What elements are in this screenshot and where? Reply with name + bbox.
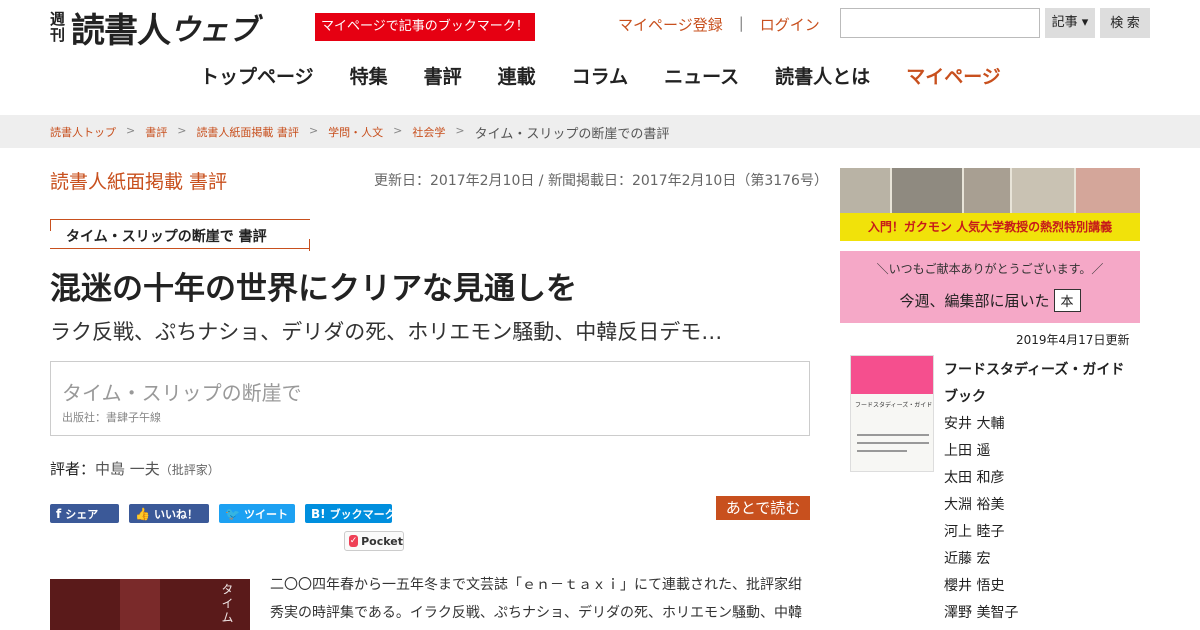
cover-line [857, 434, 929, 436]
received-books-banner-text: 今週、編集部に届いた [899, 292, 1050, 310]
search-button[interactable]: 検 索 [1100, 8, 1150, 38]
cover-title-text: タイム [220, 583, 234, 625]
book-icon: 本 [1053, 289, 1081, 312]
article-headline: 混迷の十年の世界にクリアな見通しを [50, 271, 577, 307]
nav-news[interactable]: ニュース [664, 62, 739, 89]
author-name: 近藤 宏 [944, 551, 991, 567]
auth-links: マイページ登録 | ログイン [618, 14, 820, 35]
thumbs-up-icon: 👍 [135, 506, 150, 521]
nav-mypage[interactable]: マイページ [906, 62, 1001, 89]
logo-main: 読書人 [71, 10, 171, 51]
article-body: 二〇〇四年春から一五年冬まで文芸誌「ｅｎ－ｔａｘｉ」にて連載された、批評家绀 秀… [270, 571, 812, 627]
gakumon-banner-caption: 入門！ガクモン 人気大学教授の熱烈特別講義 [840, 213, 1140, 241]
cover-line [857, 442, 929, 444]
chevron-right-icon: > [126, 124, 136, 137]
facebook-like-button[interactable]: 👍 いいね！ [129, 504, 209, 523]
author-name: 櫻井 悟史 [944, 578, 1005, 594]
author-name: 河上 睦子 [944, 524, 1005, 540]
facebook-like-label: いいね！ [153, 507, 198, 521]
breadcrumb: 読書人トップ > 書評 > 読書人紙面掲載 書評 > 学問・人文 > 社会学 >… [50, 124, 669, 142]
book-cover-image[interactable]: タイム [50, 579, 250, 630]
facebook-share-button[interactable]: f シェア [50, 504, 119, 523]
reviewer-label: 評者： [50, 460, 96, 478]
logo-small-bottom: 刊 [50, 26, 66, 44]
cover-band [851, 356, 933, 394]
cover-decoration [120, 579, 160, 630]
logo-small-top: 週 [50, 10, 66, 28]
author-name: 安井 大輔 [944, 416, 1005, 432]
tweet-label: ツイート [243, 507, 288, 521]
article-tag: タイム・スリップの断崖で 書評 [50, 219, 310, 251]
breadcrumb-humanities[interactable]: 学問・人文 [328, 124, 383, 142]
chevron-right-icon: > [393, 124, 403, 137]
nav-about[interactable]: 読書人とは [775, 62, 870, 89]
article-tag-label: タイム・スリップの断崖で 書評 [66, 229, 267, 245]
gakumon-banner[interactable]: 入門！ガクモン 人気大学教授の熱烈特別講義 [840, 168, 1140, 241]
read-later-button[interactable]: あとで読む [716, 496, 810, 520]
breadcrumb-current: タイム・スリップの断崖での書評 [474, 127, 670, 142]
logo-sub: ウェブ [170, 13, 258, 48]
nav-serial[interactable]: 連載 [498, 62, 536, 89]
author-name: 澤野 美智子 [944, 605, 1019, 621]
pocket-button[interactable]: ✓ Pocket [344, 531, 404, 551]
nav-review[interactable]: 書評 [424, 62, 462, 89]
article-subhead: ラク反戦、ぷちナショ、デリダの死、ホリエモン騒動、中韓反日デモ… [50, 320, 723, 344]
hatena-bookmark-button[interactable]: B! ブックマーク [305, 504, 396, 523]
book-title: タイム・スリップの断崖で [62, 381, 302, 405]
nav-top[interactable]: トップページ [200, 62, 314, 89]
site-logo[interactable]: 週 刊 読書人 ウェブ [50, 6, 300, 51]
sidebar-book-cover[interactable]: フードスタディーズ・ガイドブック [850, 355, 934, 472]
article-body-line: 秀実の時評集である。イラク反戦、ぷちナショ、デリダの死、ホリエモン騒動、中韓 [270, 605, 802, 621]
received-books-banner-main: 今週、編集部に届いた本 [840, 289, 1140, 312]
section-label[interactable]: 読書人紙面掲載 書評 [50, 167, 227, 194]
logo-weekly: 週 刊 [50, 11, 65, 43]
reviewer-name[interactable]: 中島 一夫 [95, 460, 160, 478]
register-link[interactable]: マイページ登録 [618, 14, 723, 35]
hatena-icon: B! [311, 506, 326, 521]
tweet-button[interactable]: 🐦 ツイート [219, 504, 295, 523]
pocket-label: Pocket [361, 534, 403, 548]
book-info-box[interactable]: タイム・スリップの断崖で 出版社：書肆子午線 [50, 361, 810, 436]
breadcrumb-home[interactable]: 読書人トップ [50, 124, 116, 142]
search-category-select[interactable]: 記事 ▾ [1045, 8, 1095, 38]
author-name: 太田 和彦 [944, 470, 1005, 486]
facebook-icon: f [56, 506, 62, 521]
cover-title: フードスタディーズ・ガイドブック [855, 402, 933, 409]
facebook-share-label: シェア [65, 507, 99, 521]
author-name: 上田 遥 [944, 443, 991, 459]
search-input[interactable] [840, 8, 1040, 38]
nav-column[interactable]: コラム [572, 62, 628, 89]
chevron-right-icon: > [308, 124, 319, 137]
nav-feature[interactable]: 特集 [350, 62, 388, 89]
cover-line [857, 450, 907, 452]
received-books-banner-top: ＼いつもご献本ありがとうございます。／ [876, 262, 1104, 276]
reviewer-role: （批評家） [159, 463, 220, 477]
breadcrumb-review[interactable]: 書評 [145, 124, 167, 142]
hatena-bookmark-label: ブックマーク [329, 507, 396, 521]
breadcrumb-sociology[interactable]: 社会学 [412, 124, 445, 142]
book-publisher: 出版社：書肆子午線 [62, 411, 161, 424]
twitter-bird-icon: 🐦 [225, 506, 240, 521]
article-body-line: 二〇〇四年春から一五年冬まで文芸誌「ｅｎ－ｔａｘｉ」にて連載された、批評家绀 [270, 577, 802, 593]
sidebar-book-title[interactable]: フードスタディーズ・ガイドブック [944, 357, 1134, 411]
reviewer: 評者：中島 一夫（批評家） [50, 458, 220, 479]
received-books-banner[interactable]: ＼いつもご献本ありがとうございます。／ 今週、編集部に届いた本 [840, 251, 1140, 323]
global-nav: トップページ 特集 書評 連載 コラム ニュース 読書人とは マイページ [200, 62, 1001, 89]
pocket-icon: ✓ [349, 535, 359, 547]
chevron-right-icon: > [177, 124, 187, 137]
article-dates: 更新日：2017年2月10日 / 新聞掲載日：2017年2月10日（第3176号… [374, 173, 828, 189]
breadcrumb-paper-review[interactable]: 読書人紙面掲載 書評 [196, 124, 299, 142]
sidebar-update-date: 2019年4月17日更新 [1016, 333, 1130, 347]
author-name: 大淵 裕美 [944, 497, 1005, 513]
mypage-promo-banner[interactable]: マイページで記事のブックマーク！ [315, 13, 535, 41]
login-link[interactable]: ログイン [760, 14, 820, 35]
sidebar-book-authors: 安井 大輔 上田 遥 太田 和彦 大淵 裕美 河上 睦子 近藤 宏 櫻井 悟史 … [944, 411, 1018, 627]
chevron-right-icon: > [455, 124, 465, 137]
auth-separator: | [738, 14, 744, 32]
